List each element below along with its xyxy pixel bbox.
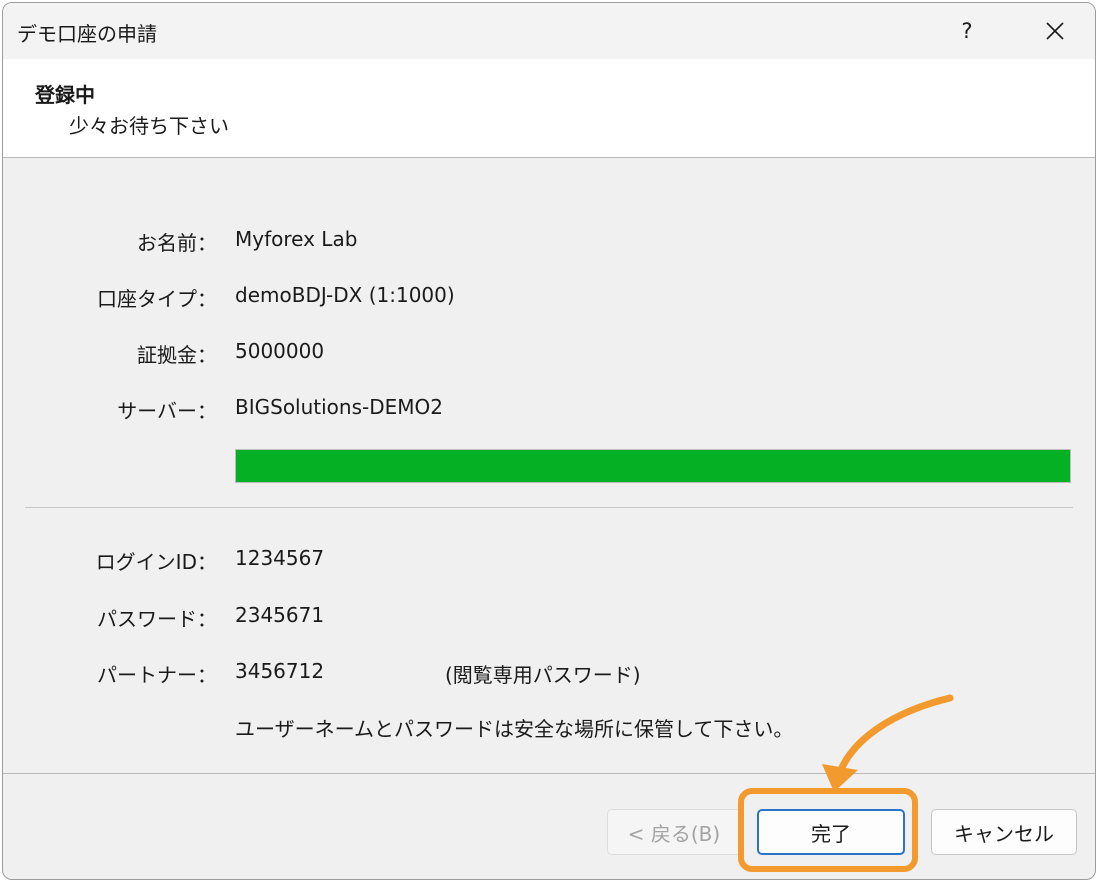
- help-icon: ?: [961, 19, 973, 43]
- server-label: サーバー：: [117, 399, 217, 423]
- window-title: デモ口座の申請: [17, 22, 157, 46]
- deposit-label: 証拠金：: [137, 343, 217, 367]
- name-value: Myforex Lab: [235, 227, 358, 251]
- section-divider: [25, 507, 1073, 508]
- wizard-header: 登録中 少々お待ち下さい: [3, 59, 1095, 158]
- server-value: BIGSolutions-DEMO2: [235, 395, 443, 419]
- header-subtitle: 少々お待ち下さい: [69, 114, 229, 138]
- account-type-label: 口座タイプ：: [97, 287, 217, 311]
- close-button[interactable]: [1025, 3, 1085, 59]
- read-only-password-note: (閲覧専用パスワード): [445, 663, 641, 687]
- footer-divider: [3, 773, 1095, 774]
- name-label: お名前：: [137, 231, 217, 255]
- finish-button[interactable]: 完了: [757, 809, 905, 855]
- save-credentials-note: ユーザーネームとパスワードは安全な場所に保管して下さい。: [235, 717, 794, 741]
- password-label: パスワード：: [97, 607, 217, 631]
- progress-fill: [236, 450, 1070, 482]
- login-id-value: 1234567: [235, 546, 325, 570]
- title-bar: デモ口座の申請 ?: [3, 3, 1095, 59]
- header-title: 登録中: [35, 83, 95, 107]
- cancel-button[interactable]: キャンセル: [931, 809, 1077, 855]
- close-icon: [1046, 22, 1064, 40]
- back-button[interactable]: < 戻る(B): [607, 809, 741, 855]
- password-value: 2345671: [235, 603, 325, 627]
- demo-account-dialog: デモ口座の申請 ? 登録中 少々お待ち下さい お名前： Myforex Lab …: [2, 2, 1096, 880]
- registration-progress-bar: [235, 449, 1071, 483]
- deposit-value: 5000000: [235, 339, 325, 363]
- login-id-label: ログインID：: [95, 550, 217, 574]
- partner-label: パートナー：: [97, 663, 217, 687]
- partner-value: 3456712: [235, 659, 325, 683]
- help-button[interactable]: ?: [937, 3, 997, 59]
- account-type-value: demoBDJ-DX (1:1000): [235, 283, 455, 307]
